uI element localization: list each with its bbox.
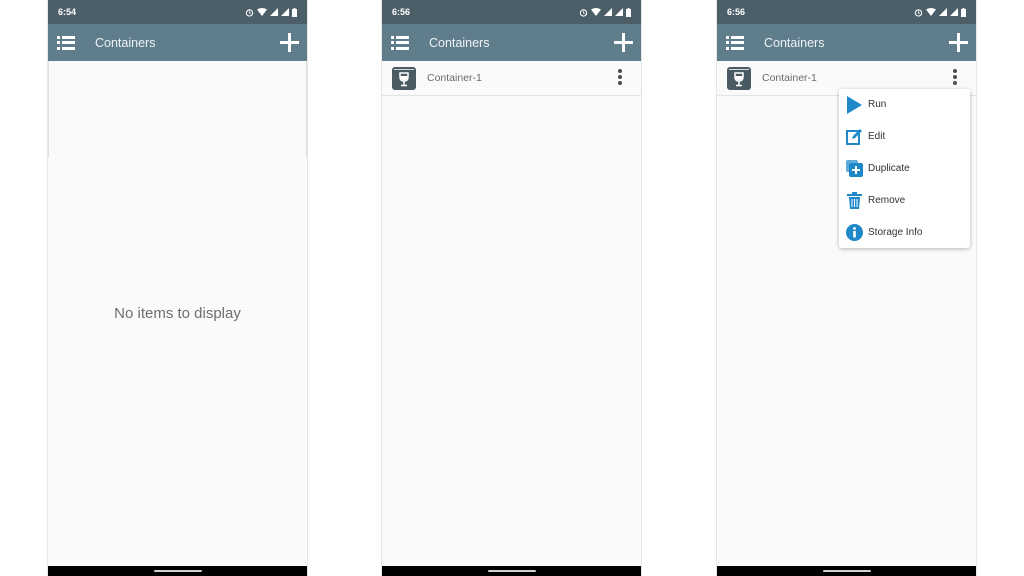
alarm-icon bbox=[914, 8, 923, 17]
phone-screen-empty: 6:54 Containers No items to display bbox=[48, 0, 307, 576]
signal-icon bbox=[939, 8, 947, 16]
alarm-icon bbox=[245, 8, 254, 17]
container-icon bbox=[392, 66, 416, 90]
battery-icon bbox=[961, 7, 966, 17]
signal-icon bbox=[604, 8, 612, 16]
more-options-icon[interactable] bbox=[617, 69, 623, 87]
app-title: Containers bbox=[95, 35, 156, 50]
status-icons bbox=[914, 7, 966, 17]
signal-icon-2 bbox=[281, 8, 289, 16]
app-title: Containers bbox=[764, 35, 825, 50]
menu-item-label: Storage Info bbox=[868, 226, 923, 238]
home-handle[interactable] bbox=[487, 570, 536, 572]
empty-message: No items to display bbox=[114, 305, 241, 322]
menu-item-label: Edit bbox=[868, 131, 886, 143]
info-icon bbox=[845, 223, 863, 241]
play-icon bbox=[845, 95, 863, 114]
menu-item-label: Run bbox=[868, 99, 887, 111]
app-title: Containers bbox=[429, 35, 490, 50]
more-options-icon[interactable] bbox=[952, 69, 958, 87]
list-menu-icon[interactable] bbox=[726, 35, 744, 50]
battery-icon bbox=[626, 7, 631, 17]
battery-icon bbox=[292, 7, 297, 17]
trash-icon bbox=[845, 191, 863, 209]
navigation-bar bbox=[48, 566, 307, 576]
status-bar: 6:54 bbox=[48, 0, 307, 24]
list-menu-icon[interactable] bbox=[57, 35, 75, 50]
menu-item-label: Remove bbox=[868, 194, 906, 206]
alarm-icon bbox=[579, 8, 588, 17]
signal-icon bbox=[270, 8, 278, 16]
wifi-icon bbox=[257, 8, 267, 16]
menu-item-duplicate[interactable]: Duplicate bbox=[839, 153, 970, 185]
context-menu: Run Edit Duplicate Remove Storage Info bbox=[839, 89, 970, 248]
app-bar: Containers bbox=[717, 24, 976, 61]
wifi-icon bbox=[926, 8, 936, 16]
menu-item-remove[interactable]: Remove bbox=[839, 184, 970, 216]
home-handle[interactable] bbox=[153, 570, 202, 572]
phone-screen-menu: 6:56 Containers Container-1 Run Edit Dup… bbox=[717, 0, 976, 576]
signal-icon-2 bbox=[615, 8, 623, 16]
home-handle[interactable] bbox=[822, 570, 871, 572]
phone-screen-list: 6:56 Containers Container-1 bbox=[382, 0, 641, 576]
list-item[interactable]: Container-1 bbox=[382, 61, 641, 96]
container-list: Container-1 bbox=[382, 61, 641, 566]
menu-item-edit[interactable]: Edit bbox=[839, 121, 970, 153]
edit-icon bbox=[845, 128, 863, 146]
status-time: 6:56 bbox=[392, 7, 411, 17]
container-name: Container-1 bbox=[427, 72, 482, 84]
add-icon[interactable] bbox=[949, 33, 968, 52]
add-icon[interactable] bbox=[280, 33, 299, 52]
menu-item-storage-info[interactable]: Storage Info bbox=[839, 216, 970, 248]
container-list: No items to display bbox=[48, 61, 307, 566]
signal-icon-2 bbox=[950, 8, 958, 16]
navigation-bar bbox=[717, 566, 976, 576]
navigation-bar bbox=[382, 566, 641, 576]
status-time: 6:56 bbox=[727, 7, 746, 17]
status-bar: 6:56 bbox=[382, 0, 641, 24]
menu-item-run[interactable]: Run bbox=[839, 89, 970, 121]
status-bar: 6:56 bbox=[717, 0, 976, 24]
app-bar: Containers bbox=[48, 24, 307, 61]
list-menu-icon[interactable] bbox=[391, 35, 409, 50]
menu-item-label: Duplicate bbox=[868, 162, 910, 174]
container-icon bbox=[727, 66, 751, 90]
duplicate-icon bbox=[845, 159, 863, 177]
app-bar: Containers bbox=[382, 24, 641, 61]
status-time: 6:54 bbox=[58, 7, 77, 17]
status-icons bbox=[245, 7, 297, 17]
status-icons bbox=[579, 7, 631, 17]
container-name: Container-1 bbox=[762, 72, 817, 84]
wifi-icon bbox=[591, 8, 601, 16]
add-icon[interactable] bbox=[614, 33, 633, 52]
